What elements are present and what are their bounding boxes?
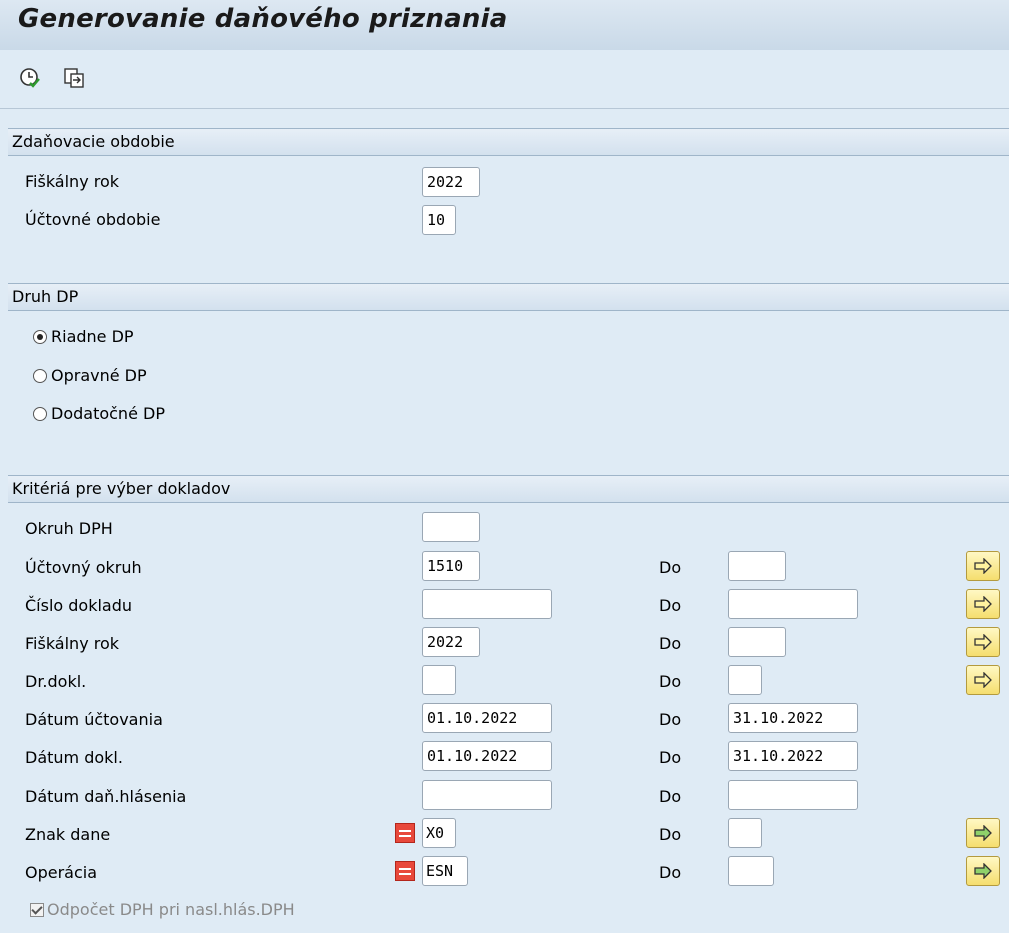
equals-option-icon[interactable] (395, 861, 415, 881)
checkbox-checked-icon (30, 902, 44, 917)
to-label: Do (659, 825, 682, 844)
section-header: Kritériá pre výber dokladov (8, 476, 1009, 503)
to-label: Do (659, 710, 682, 729)
tax-code-to-input[interactable] (728, 818, 762, 848)
multiple-selection-button[interactable] (966, 551, 1000, 581)
to-label: Do (659, 863, 682, 882)
document-type-from-input[interactable] (422, 665, 456, 695)
to-label: Do (659, 672, 682, 691)
criteria-label: Znak dane (25, 825, 111, 844)
posting-date-to-input[interactable]: 31.10.2022 (728, 703, 858, 733)
posting-date-from-input[interactable]: 01.10.2022 (422, 703, 552, 733)
title-bar: Generovanie daňového priznania (0, 0, 1009, 50)
radio-regular-return[interactable]: Riadne DP (33, 327, 134, 346)
section-title: Druh DP (12, 287, 79, 306)
company-code-to-input[interactable] (728, 551, 786, 581)
section-return-type: Druh DP Riadne DP Opravné DP Dodatočné D… (8, 283, 1009, 458)
section-title: Zdaňovacie obdobie (12, 132, 175, 151)
posting-period-label: Účtovné obdobie (25, 210, 161, 229)
multiple-selection-button[interactable] (966, 627, 1000, 657)
execute-clock-icon[interactable] (18, 66, 42, 90)
radio-label: Riadne DP (51, 327, 134, 346)
criteria-label: Dr.dokl. (25, 672, 87, 691)
multiple-selection-button[interactable] (966, 665, 1000, 695)
criteria-label: Dátum daň.hlásenia (25, 787, 187, 806)
fiscal-year-label: Fiškálny rok (25, 172, 120, 191)
section-header: Druh DP (8, 284, 1009, 311)
section-title: Kritériá pre výber dokladov (12, 479, 231, 498)
equals-option-icon[interactable] (395, 823, 415, 843)
section-tax-period: Zdaňovacie obdobie Fiškálny rok 2022 Účt… (8, 128, 1009, 265)
tax-reporting-date-from-input[interactable] (422, 780, 552, 810)
document-number-to-input[interactable] (728, 589, 858, 619)
criteria-label: Operácia (25, 863, 98, 882)
application-toolbar (0, 50, 1009, 109)
document-date-from-input[interactable]: 01.10.2022 (422, 741, 552, 771)
to-label: Do (659, 634, 682, 653)
criteria-label: Číslo dokladu (25, 596, 133, 615)
criteria-label: Fiškálny rok (25, 634, 120, 653)
checkbox-label: Odpočet DPH pri nasl.hlás.DPH (47, 900, 295, 919)
radio-unselected-icon (33, 406, 47, 421)
fiscal-year-input[interactable]: 2022 (422, 167, 480, 197)
to-label: Do (659, 748, 682, 767)
document-date-to-input[interactable]: 31.10.2022 (728, 741, 858, 771)
transaction-to-input[interactable] (728, 856, 774, 886)
tax-reporting-date-to-input[interactable] (728, 780, 858, 810)
transaction-from-input[interactable]: ESN (422, 856, 468, 886)
radio-corrective-return[interactable]: Opravné DP (33, 366, 147, 385)
to-label: Do (659, 558, 682, 577)
criteria-label: Dátum dokl. (25, 748, 123, 767)
document-number-from-input[interactable] (422, 589, 552, 619)
fiscal-year-to-input[interactable] (728, 627, 786, 657)
criteria-label: Okruh DPH (25, 519, 113, 538)
fiscal-year-from-input[interactable]: 2022 (422, 627, 480, 657)
radio-selected-icon (33, 329, 47, 344)
radio-label: Dodatočné DP (51, 404, 165, 423)
tax-code-from-input[interactable]: X0 (422, 818, 456, 848)
radio-unselected-icon (33, 368, 47, 383)
tax-area-from-input[interactable] (422, 512, 480, 542)
get-variant-icon[interactable] (62, 66, 86, 90)
posting-period-input[interactable]: 10 (422, 205, 456, 235)
document-type-to-input[interactable] (728, 665, 762, 695)
to-label: Do (659, 787, 682, 806)
criteria-label: Účtovný okruh (25, 558, 142, 577)
criteria-label: Dátum účtovania (25, 710, 163, 729)
section-header: Zdaňovacie obdobie (8, 129, 1009, 156)
vat-deduction-checkbox[interactable]: Odpočet DPH pri nasl.hlás.DPH (30, 900, 295, 919)
to-label: Do (659, 596, 682, 615)
page-title: Generovanie daňového priznania (18, 4, 508, 34)
multiple-selection-button[interactable] (966, 818, 1000, 848)
radio-supplementary-return[interactable]: Dodatočné DP (33, 404, 165, 423)
multiple-selection-button[interactable] (966, 856, 1000, 886)
multiple-selection-button[interactable] (966, 589, 1000, 619)
company-code-from-input[interactable]: 1510 (422, 551, 480, 581)
section-selection-criteria: Kritériá pre výber dokladov Okruh DPH Úč… (8, 475, 1009, 933)
radio-label: Opravné DP (51, 366, 147, 385)
